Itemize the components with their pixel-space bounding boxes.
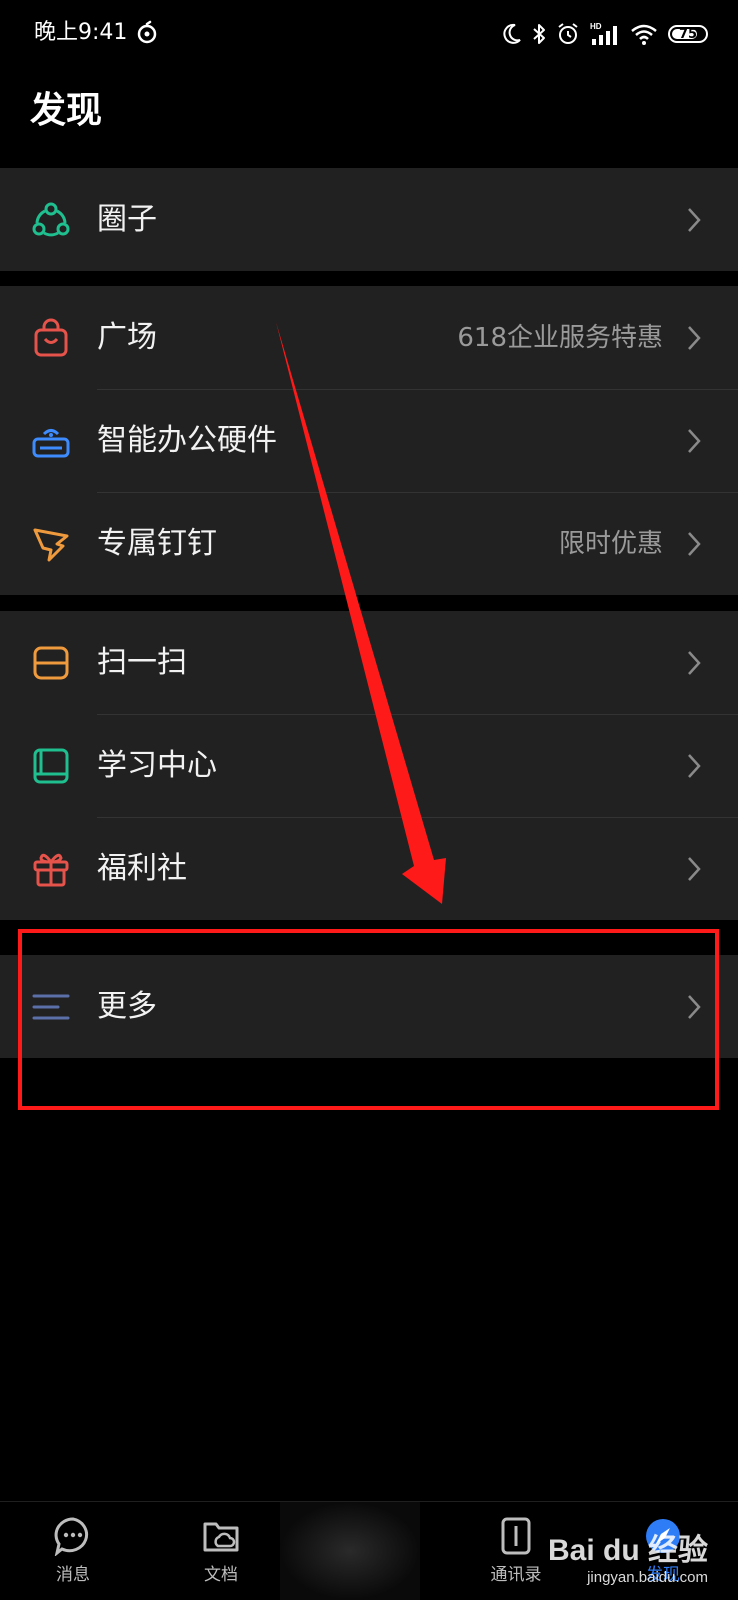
svg-text:HD: HD: [590, 22, 602, 31]
bottom-tab-bar: 消息 文档 通讯录 发现 Bai du 经验 jingyan.baidu.com: [0, 1501, 738, 1600]
chevron-right-icon: [688, 994, 701, 1019]
chevron-right-icon: [688, 531, 701, 556]
menu-item-learning-center[interactable]: 学习中心: [0, 714, 738, 817]
watermark-main: Bai du 经验: [547, 1534, 708, 1567]
menu-item-label: 圈子: [97, 201, 157, 237]
scan-icon: [33, 646, 69, 679]
chevron-right-icon: [688, 428, 701, 453]
menu-item-smart-office-hardware[interactable]: 智能办公硬件: [0, 389, 738, 492]
alarm-icon: [558, 23, 578, 44]
menu-group-3: 扫一扫 学习中心 福利社: [0, 611, 738, 920]
wifi-icon: [631, 24, 657, 45]
menu-group-1: 圈子: [0, 168, 738, 271]
divider: [97, 492, 738, 493]
chevron-right-icon: [688, 856, 701, 881]
app-notification-icon: [137, 20, 157, 44]
dingtalk-wing-icon: [33, 528, 69, 561]
tab-documents[interactable]: 文档: [171, 1516, 271, 1585]
bluetooth-icon: [533, 24, 545, 44]
menu-item-label: 广场: [97, 319, 157, 355]
router-icon: [32, 428, 70, 457]
contacts-book-icon: [501, 1517, 531, 1555]
battery-level: 75: [678, 26, 698, 42]
divider: [97, 389, 738, 390]
signal-icon: HD: [590, 22, 617, 45]
page-title: 发现: [30, 90, 103, 131]
chevron-right-icon: [688, 325, 701, 350]
menu-item-label: 扫一扫: [97, 644, 187, 680]
folder-cloud-icon: [203, 1522, 239, 1552]
tab-label: 文档: [204, 1565, 238, 1585]
circle-people-icon: [32, 202, 70, 236]
menu-item-welfare[interactable]: 福利社: [0, 817, 738, 920]
menu-item-label: 智能办公硬件: [97, 422, 277, 458]
menu-item-label: 福利社: [97, 850, 187, 886]
baidu-jingyan-watermark: Bai du 经验 jingyan.baidu.com: [548, 1525, 708, 1586]
tab-messages[interactable]: 消息: [23, 1516, 123, 1585]
divider: [97, 817, 738, 818]
menu-item-plaza[interactable]: 广场 618企业服务特惠: [0, 286, 738, 389]
chat-bubble-icon: [54, 1517, 89, 1556]
book-icon: [33, 748, 69, 783]
status-icons: HD 75: [502, 19, 708, 49]
status-time: 晚上9:41: [34, 20, 128, 45]
menu-lines-icon: [32, 994, 70, 1019]
menu-item-label: 更多: [97, 988, 157, 1024]
menu-group-4: 更多: [0, 955, 738, 1058]
chevron-right-icon: [688, 650, 701, 675]
chevron-right-icon: [688, 207, 701, 232]
menu-item-scan[interactable]: 扫一扫: [0, 611, 738, 714]
shopping-bag-icon: [34, 318, 68, 356]
menu-group-2: 广场 618企业服务特惠 智能办公硬件 专属钉钉 限时优惠: [0, 286, 738, 595]
moon-icon: [503, 23, 521, 44]
menu-item-label: 专属钉钉: [97, 525, 217, 561]
watermark-sub: jingyan.baidu.com: [587, 1569, 708, 1586]
menu-item-promo: 限时优惠: [558, 528, 663, 559]
gift-icon: [33, 853, 69, 886]
chevron-right-icon: [688, 753, 701, 778]
menu-item-exclusive-dingtalk[interactable]: 专属钉钉 限时优惠: [0, 492, 738, 595]
tab-label: 消息: [56, 1565, 90, 1585]
status-bar: 晚上9:41 HD 75: [0, 0, 738, 68]
divider: [97, 714, 738, 715]
battery-indicator: 75: [668, 25, 708, 43]
menu-item-more[interactable]: 更多: [0, 955, 738, 1058]
menu-item-promo: 618企业服务特惠: [457, 322, 663, 353]
tab-center-glow: [280, 1502, 420, 1600]
menu-item-circle[interactable]: 圈子: [0, 168, 738, 271]
menu-item-label: 学习中心: [97, 747, 217, 783]
